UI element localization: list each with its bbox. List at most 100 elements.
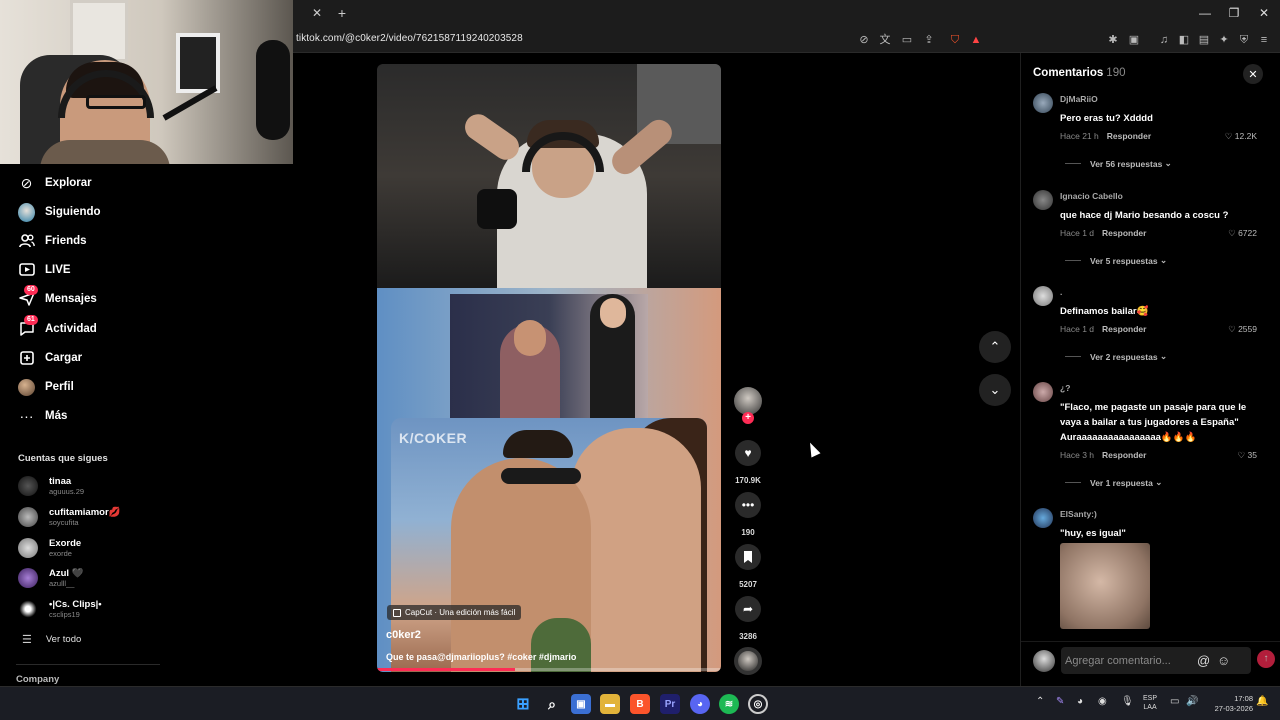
share-icon[interactable]: ⇪ [922,32,936,48]
company-link[interactable]: Company [16,674,59,685]
nav-live[interactable]: LIVE [18,259,71,281]
comment-user[interactable]: ¿? [1060,383,1070,393]
notifications-icon[interactable]: 🔔 [1256,696,1268,707]
close-comments-button[interactable]: ✕ [1243,64,1263,84]
maximize-button[interactable]: ❐ [1222,4,1246,22]
premiere-pro-icon[interactable]: Pr [660,694,680,714]
comment-like[interactable]: ♡ 6722 [1228,228,1257,239]
brave-browser-icon[interactable]: B [630,694,650,714]
see-all-following[interactable]: ☰ Ver todo [22,633,81,646]
following-account[interactable]: cufitamiamor💋 soycufita [18,505,120,529]
tray-steam-icon[interactable]: ◉ [1098,696,1107,707]
capcut-tag[interactable]: CapCut · Una edición más fácil [387,605,522,620]
minimize-button[interactable]: — [1193,4,1217,22]
close-window-button[interactable]: ✕ [1252,4,1276,22]
video-player[interactable]: K/COKER CapCut · Una edición más fácil c… [377,64,721,672]
network-icon[interactable]: ▭ [1170,696,1179,707]
view-replies[interactable]: Ver 5 respuestas ⌄ [1065,255,1167,266]
spotify-icon[interactable]: ≋ [719,694,739,714]
save-action[interactable]: 5207 [728,544,768,589]
sidebar-toggle-icon[interactable]: ◧ [1177,32,1191,48]
view-replies[interactable]: Ver 1 respuesta ⌄ [1065,477,1162,488]
comment-icon[interactable]: ••• [735,492,761,518]
tray-pen-icon[interactable]: ✎ [1056,696,1064,707]
comment-image[interactable] [1060,543,1150,629]
menu-icon[interactable]: ≡ [1257,32,1271,48]
following-account[interactable]: tinaa aguuus.29 [18,474,84,498]
share-action[interactable]: ➦ 3286 [728,596,768,641]
share-arrow-icon[interactable]: ➦ [735,596,761,622]
nav-cargar[interactable]: Cargar [18,347,82,369]
tray-discord-icon[interactable]: ◕ [1077,696,1083,707]
reply-button[interactable]: Responder [1102,228,1146,238]
tray-mic-icon[interactable]: 🎙 [1121,696,1134,707]
brave-rewards-icon[interactable]: ▲ [969,32,983,48]
url-text[interactable]: tiktok.com/@c0ker2/video/762158711924020… [296,33,523,44]
reply-button[interactable]: Responder [1102,450,1146,460]
music-icon[interactable]: ♫ [1157,32,1171,48]
nav-perfil[interactable]: Perfil [18,376,74,398]
comment-avatar[interactable] [1033,93,1053,113]
previous-video-button[interactable]: ⌃ [979,331,1011,363]
like-action[interactable]: ♥ 170.9K [728,440,768,485]
next-video-button[interactable]: ⌄ [979,374,1011,406]
brave-shield-icon[interactable]: ⛉ [948,32,962,48]
video-author[interactable]: c0ker2 [386,629,421,641]
wallet-icon[interactable]: ▤ [1197,32,1211,48]
new-tab-button[interactable]: + [334,4,350,22]
bookmark-icon[interactable] [735,544,761,570]
comment-avatar[interactable] [1033,190,1053,210]
following-account[interactable]: Azul 🖤 azulll__ [18,566,84,590]
comment-action[interactable]: ••• 190 [728,492,768,537]
nav-actividad[interactable]: 61 Actividad [18,314,97,340]
following-account[interactable]: •|Cs. Clips|• csclips19 [18,597,102,621]
leo-ai-icon[interactable]: ✦ [1217,32,1231,48]
comment-like[interactable]: ♡ 35 [1238,450,1257,461]
windows-start-icon[interactable]: ⊞ [513,694,533,714]
vpn-icon[interactable]: ⛨ [1237,32,1251,48]
extensions-icon[interactable]: ✱ [1106,32,1120,48]
music-disc-avatar[interactable] [734,647,762,675]
comment-input-box[interactable]: @ ☺ [1061,647,1251,674]
comment-avatar[interactable] [1033,286,1053,306]
clock[interactable]: 17:08 27-03-2026 [1205,694,1253,714]
comment-input[interactable] [1065,654,1195,667]
comment-user[interactable]: DjMaRiiO [1060,94,1098,104]
tab-close-button[interactable]: ✕ [309,5,325,21]
nav-friends[interactable]: Friends [18,230,87,252]
comment-user[interactable]: . [1060,287,1062,297]
send-comment-button[interactable]: ↑ [1257,650,1275,668]
steam-icon[interactable]: ◎ [748,694,768,714]
discord-icon[interactable]: ◕ [690,694,710,714]
comment-like[interactable]: ♡ 2559 [1228,324,1257,335]
volume-icon[interactable]: 🔊 [1186,696,1198,707]
comment-like[interactable]: ♡ 12.2K [1225,131,1257,142]
comment-avatar[interactable] [1033,508,1053,528]
emoji-icon[interactable]: ☺ [1217,653,1230,668]
no-tracking-icon[interactable]: ⊘ [857,32,871,48]
heart-icon[interactable]: ♥ [735,440,761,466]
nav-siguiendo[interactable]: Siguiendo [18,201,101,223]
sidebar-panel-icon[interactable]: ▣ [1127,32,1141,48]
reply-button[interactable]: Responder [1107,131,1151,141]
photos-app-icon[interactable]: ▣ [571,694,591,714]
nav-mas[interactable]: ··· Más [18,405,68,427]
comment-avatar[interactable] [1033,382,1053,402]
file-explorer-icon[interactable]: ▬ [600,694,620,714]
following-account[interactable]: Exorde exorde [18,536,81,560]
creator-avatar[interactable] [734,387,762,415]
view-replies[interactable]: Ver 56 respuestas ⌄ [1065,158,1172,169]
language-indicator[interactable]: ESP LAA [1143,694,1157,712]
reply-button[interactable]: Responder [1102,324,1146,334]
comment-user[interactable]: ElSanty:) [1060,509,1097,519]
follow-plus-icon[interactable]: + [742,412,754,424]
translate-icon[interactable]: 文 [878,32,892,48]
comment-user[interactable]: Ignacio Cabello [1060,191,1123,201]
view-replies[interactable]: Ver 2 respuestas ⌄ [1065,351,1167,362]
mention-icon[interactable]: @ [1197,653,1210,668]
search-icon[interactable]: ⌕ [542,694,562,714]
nav-mensajes[interactable]: 60 Mensajes [18,284,97,310]
reader-icon[interactable]: ▭ [900,32,914,48]
nav-explorar[interactable]: ⊘ Explorar [18,172,92,194]
tray-overflow-icon[interactable]: ⌃ [1036,696,1044,707]
